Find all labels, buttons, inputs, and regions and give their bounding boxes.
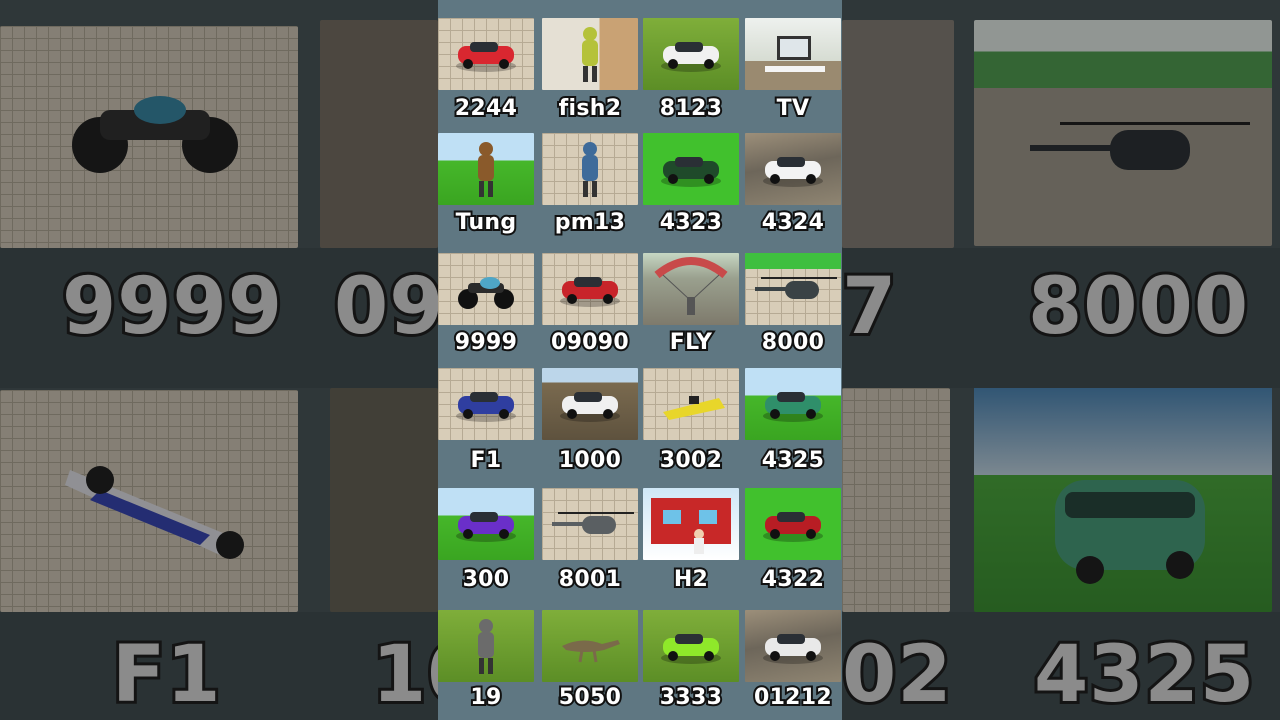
grid-item-label: pm13 — [553, 208, 627, 237]
bg-formula-icon — [65, 466, 244, 559]
grid-item-label: 01212 — [752, 683, 834, 712]
thumbnail — [745, 18, 841, 90]
bg-helicopter-icon — [1030, 122, 1250, 170]
grid-item-label: Tung — [454, 208, 519, 237]
white-supercar-icon — [763, 157, 823, 187]
helicopter-icon — [755, 277, 837, 299]
jet-ski-icon — [663, 396, 725, 420]
grid-item-label: H2 — [672, 565, 710, 594]
fish-character-icon — [582, 27, 598, 82]
red-sports-car-icon — [456, 42, 516, 72]
bg-monster-truck-tile — [320, 20, 438, 248]
thumbnail — [438, 133, 534, 205]
bg-motorcycle-icon — [72, 96, 238, 173]
grid-item-label: 4323 — [658, 208, 724, 237]
white-muscle-car-icon — [661, 42, 721, 72]
green-lamborghini-icon — [661, 634, 721, 664]
grid-item-label: 8000 — [760, 328, 826, 357]
wooden-character-icon — [478, 142, 494, 197]
grid-item-label: 4322 — [760, 565, 826, 594]
bg-label-8000: 8000 — [1025, 259, 1251, 355]
bg-label-09: 09 — [331, 259, 447, 355]
thumbnail — [438, 18, 534, 90]
thumbnail — [438, 253, 534, 325]
grid-item-label: 19 — [468, 683, 503, 712]
thumbnail — [745, 488, 841, 560]
purple-car-icon — [456, 512, 516, 542]
thumbnail — [542, 368, 638, 440]
bg-suv-tile — [330, 388, 438, 612]
bg-van-icon — [1055, 480, 1205, 584]
thumbnail — [643, 488, 739, 560]
dinosaur-icon — [562, 640, 620, 663]
thumbnail — [643, 610, 739, 682]
grid-item-label: 4325 — [760, 446, 826, 475]
thumbnail — [438, 368, 534, 440]
motorcycle-icon — [458, 277, 514, 309]
green-race-car-icon — [661, 157, 721, 187]
thumbnail — [542, 253, 638, 325]
small-helicopter-icon — [552, 512, 634, 534]
grid-item-label: 09090 — [549, 328, 631, 357]
thumbnail — [542, 488, 638, 560]
white-suv-icon — [560, 392, 620, 422]
parachute-icon — [654, 257, 728, 315]
grid-item-label: F1 — [469, 446, 504, 475]
red-black-supercar-icon — [763, 512, 823, 542]
grid-item-label: 300 — [461, 565, 512, 594]
grid-item-label: 8123 — [658, 94, 724, 123]
green-van-icon — [763, 392, 823, 422]
grid-item-label: 3002 — [658, 446, 724, 475]
grid-item-label: 2244 — [453, 94, 519, 123]
bg-parachute-tile — [842, 20, 954, 248]
thumbnail — [438, 488, 534, 560]
grid-item-label: 1000 — [557, 446, 623, 475]
thumbnail — [542, 133, 638, 205]
thumbnail — [745, 253, 841, 325]
thumbnail — [745, 368, 841, 440]
grid-item-label: 3333 — [658, 683, 724, 712]
man-character-icon — [582, 142, 598, 197]
tv-icon — [765, 36, 825, 72]
red-house-icon — [651, 498, 731, 554]
grid-item-label: fish2 — [557, 94, 623, 123]
gorilla-icon — [478, 619, 494, 674]
grid-item-label: FLY — [668, 328, 714, 357]
vehicle-code-grid: 2244 fish2 8123 TV Tung pm13 4323 4324 9… — [438, 0, 842, 720]
thumbnail — [643, 368, 739, 440]
bg-label-02: 02 — [839, 627, 955, 720]
thumbnail — [542, 610, 638, 682]
bg-jetski-tile — [842, 388, 950, 612]
bg-label-f1: F1 — [109, 627, 224, 720]
red-monster-truck-icon — [560, 277, 620, 307]
bg-label-partial: 7 — [839, 259, 899, 355]
thumbnail — [643, 253, 739, 325]
bg-label-9999: 9999 — [59, 259, 285, 355]
grid-item-label: TV — [775, 94, 811, 123]
grid-item-label: 4324 — [760, 208, 826, 237]
formula-car-icon — [456, 392, 516, 422]
thumbnail — [745, 610, 841, 682]
thumbnail — [542, 18, 638, 90]
bg-label-4325: 4325 — [1031, 627, 1257, 720]
thumbnail — [745, 133, 841, 205]
white-truck-icon — [763, 634, 823, 664]
thumbnail — [438, 610, 534, 682]
grid-item-label: 8001 — [557, 565, 623, 594]
grid-item-label: 5050 — [557, 683, 623, 712]
grid-item-label: 9999 — [453, 328, 519, 357]
thumbnail — [643, 18, 739, 90]
thumbnail — [643, 133, 739, 205]
